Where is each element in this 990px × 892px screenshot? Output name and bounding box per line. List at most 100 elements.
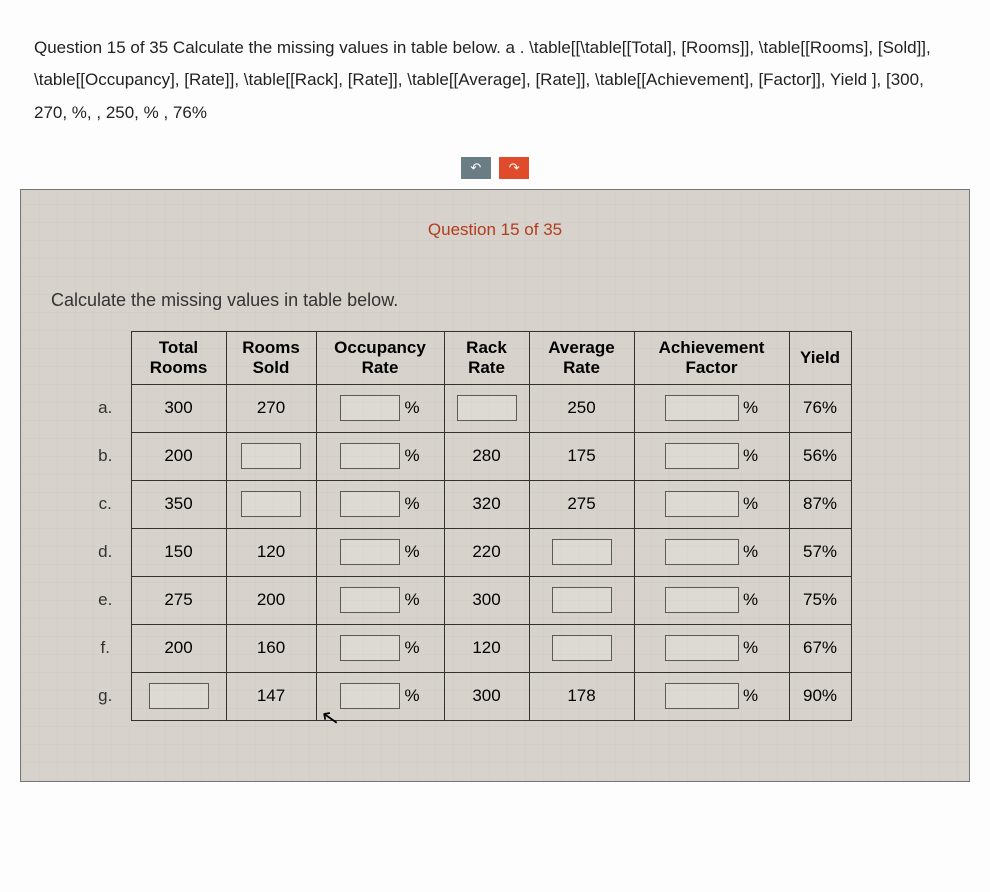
total-rooms-cell: 200 <box>131 432 226 480</box>
rack-rate-cell: 120 <box>444 624 529 672</box>
percent-suffix: % <box>743 590 758 609</box>
answer-input[interactable] <box>340 683 400 709</box>
answer-input[interactable] <box>340 587 400 613</box>
achievement-factor-cell[interactable]: % <box>634 624 789 672</box>
col-average-rate: Average Rate <box>529 331 634 384</box>
total-rooms-cell: 350 <box>131 480 226 528</box>
occupancy-rate-cell[interactable]: % <box>316 384 444 432</box>
row-label: b. <box>91 432 131 480</box>
answer-input[interactable] <box>340 395 400 421</box>
rack-rate-cell[interactable] <box>444 384 529 432</box>
table-row: c.350%320275%87% <box>91 480 851 528</box>
achievement-factor-cell[interactable]: % <box>634 528 789 576</box>
answer-input[interactable] <box>552 587 612 613</box>
average-rate-cell: 275 <box>529 480 634 528</box>
answer-input[interactable] <box>340 443 400 469</box>
answer-input[interactable] <box>241 491 301 517</box>
values-table: Total Rooms Rooms Sold Occupancy Rate Ra… <box>91 331 852 721</box>
undo-button[interactable]: ↶ <box>461 157 491 179</box>
answer-input[interactable] <box>340 539 400 565</box>
col-total-rooms: Total Rooms <box>131 331 226 384</box>
redo-button[interactable]: ↷ <box>499 157 529 179</box>
answer-input[interactable] <box>340 635 400 661</box>
answer-input[interactable] <box>665 491 739 517</box>
achievement-factor-cell[interactable]: % <box>634 576 789 624</box>
rooms-sold-cell: 147 <box>226 672 316 720</box>
yield-cell: 75% <box>789 576 851 624</box>
average-rate-cell[interactable] <box>529 528 634 576</box>
answer-input[interactable] <box>552 539 612 565</box>
answer-input[interactable] <box>665 443 739 469</box>
average-rate-cell[interactable] <box>529 576 634 624</box>
row-label: e. <box>91 576 131 624</box>
yield-cell: 56% <box>789 432 851 480</box>
row-label: g. <box>91 672 131 720</box>
control-bar: ↶ ↷ <box>0 157 990 179</box>
col-rooms-sold: Rooms Sold <box>226 331 316 384</box>
percent-suffix: % <box>404 638 419 657</box>
answer-input[interactable] <box>552 635 612 661</box>
rack-rate-cell: 300 <box>444 576 529 624</box>
occupancy-rate-cell[interactable]: % <box>316 528 444 576</box>
answer-input[interactable] <box>340 491 400 517</box>
total-rooms-cell: 200 <box>131 624 226 672</box>
yield-cell: 87% <box>789 480 851 528</box>
table-row: g.147%300178%90% <box>91 672 851 720</box>
total-rooms-cell: 300 <box>131 384 226 432</box>
row-label: a. <box>91 384 131 432</box>
occupancy-rate-cell[interactable]: % <box>316 576 444 624</box>
percent-suffix: % <box>404 446 419 465</box>
table-row: d.150120%220%57% <box>91 528 851 576</box>
question-header-text: Question 15 of 35 Calculate the missing … <box>20 20 970 147</box>
total-rooms-cell: 150 <box>131 528 226 576</box>
occupancy-rate-cell[interactable]: % <box>316 432 444 480</box>
achievement-factor-cell[interactable]: % <box>634 432 789 480</box>
row-label: c. <box>91 480 131 528</box>
occupancy-rate-cell[interactable]: % <box>316 624 444 672</box>
percent-suffix: % <box>743 542 758 561</box>
percent-suffix: % <box>404 398 419 417</box>
question-prompt: Calculate the missing values in table be… <box>51 290 939 311</box>
occupancy-rate-cell[interactable]: % <box>316 480 444 528</box>
rooms-sold-cell[interactable] <box>226 432 316 480</box>
answer-input[interactable] <box>149 683 209 709</box>
table-row: e.275200%300%75% <box>91 576 851 624</box>
rooms-sold-cell[interactable] <box>226 480 316 528</box>
row-label: d. <box>91 528 131 576</box>
average-rate-cell: 250 <box>529 384 634 432</box>
answer-input[interactable] <box>241 443 301 469</box>
table-row: b.200%280175%56% <box>91 432 851 480</box>
total-rooms-cell[interactable] <box>131 672 226 720</box>
percent-suffix: % <box>743 398 758 417</box>
answer-input[interactable] <box>665 587 739 613</box>
percent-suffix: % <box>743 638 758 657</box>
row-label: f. <box>91 624 131 672</box>
achievement-factor-cell[interactable]: % <box>634 480 789 528</box>
answer-input[interactable] <box>665 683 739 709</box>
answer-input[interactable] <box>665 539 739 565</box>
question-counter: Question 15 of 35 <box>51 220 939 240</box>
rack-rate-cell: 300 <box>444 672 529 720</box>
achievement-factor-cell[interactable]: % <box>634 672 789 720</box>
worksheet-card: Question 15 of 35 Calculate the missing … <box>20 189 970 782</box>
percent-suffix: % <box>404 494 419 513</box>
total-rooms-cell: 275 <box>131 576 226 624</box>
table-row: a.300270%250%76% <box>91 384 851 432</box>
average-rate-cell[interactable] <box>529 624 634 672</box>
percent-suffix: % <box>743 494 758 513</box>
yield-cell: 76% <box>789 384 851 432</box>
rooms-sold-cell: 120 <box>226 528 316 576</box>
percent-suffix: % <box>404 542 419 561</box>
col-yield: Yield <box>789 331 851 384</box>
achievement-factor-cell[interactable]: % <box>634 384 789 432</box>
rooms-sold-cell: 200 <box>226 576 316 624</box>
table-row: f.200160%120%67% <box>91 624 851 672</box>
yield-cell: 67% <box>789 624 851 672</box>
col-occupancy-rate: Occupancy Rate <box>316 331 444 384</box>
average-rate-cell: 175 <box>529 432 634 480</box>
percent-suffix: % <box>743 686 758 705</box>
answer-input[interactable] <box>665 635 739 661</box>
answer-input[interactable] <box>457 395 517 421</box>
answer-input[interactable] <box>665 395 739 421</box>
yield-cell: 90% <box>789 672 851 720</box>
